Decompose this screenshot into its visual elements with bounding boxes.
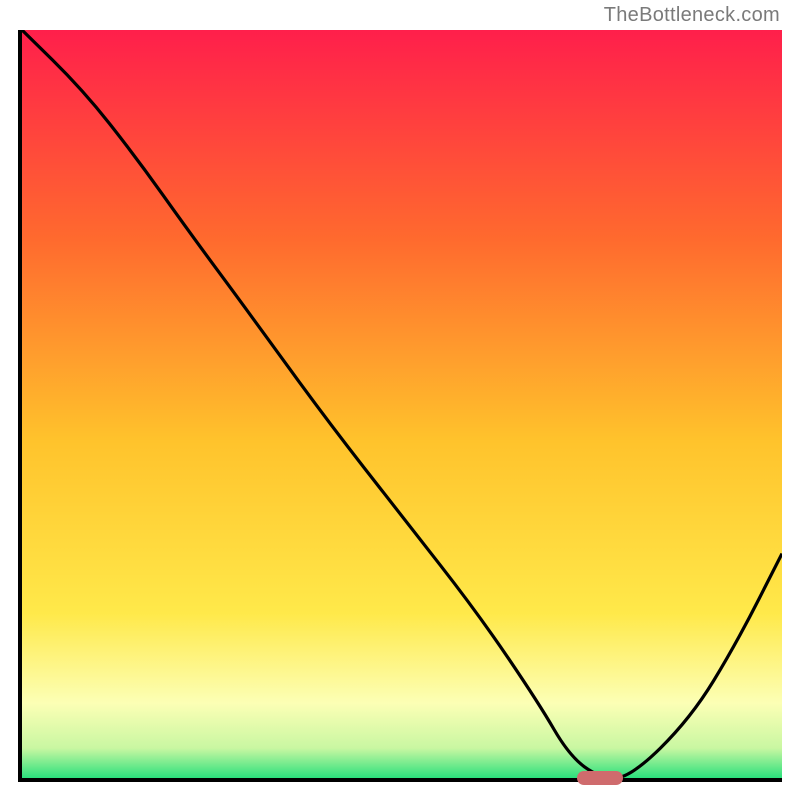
watermark-text: TheBottleneck.com [604, 4, 780, 27]
optimal-marker [577, 771, 623, 785]
axes-frame [18, 30, 782, 782]
